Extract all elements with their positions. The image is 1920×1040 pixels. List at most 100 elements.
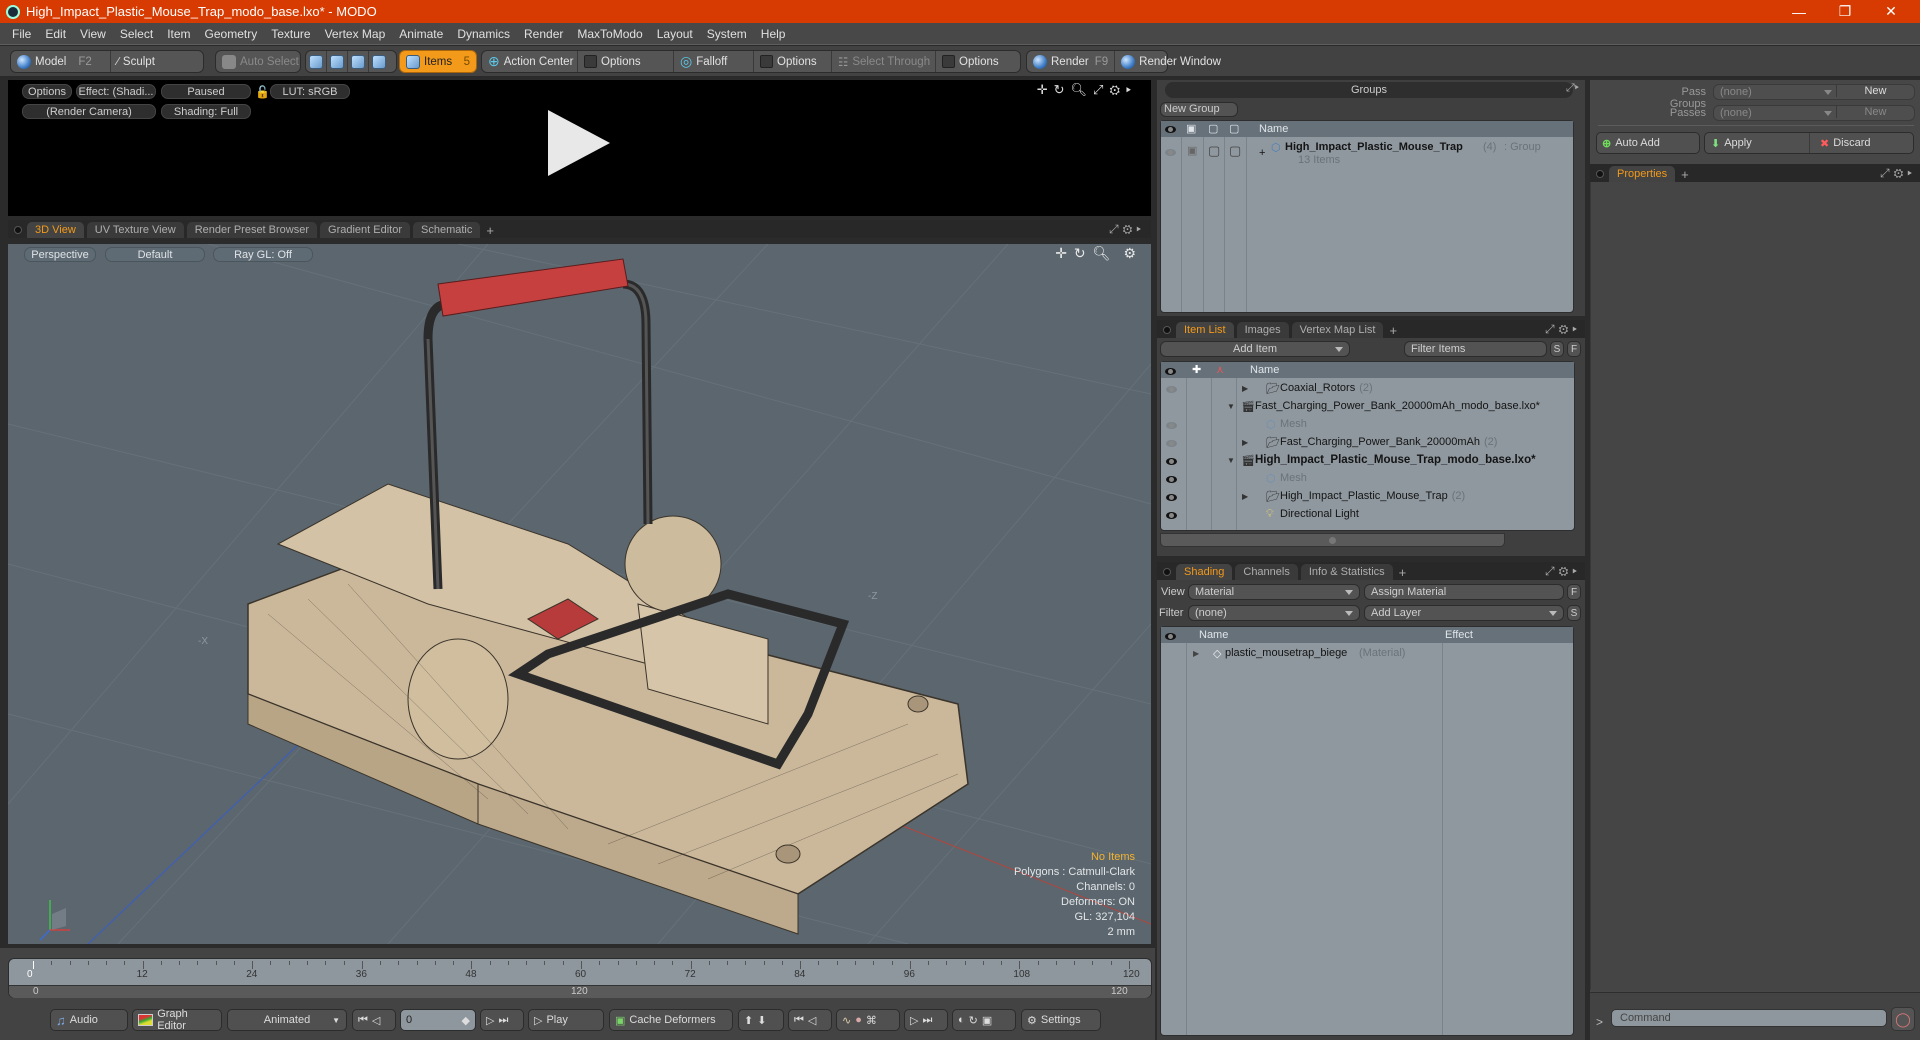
material-row[interactable]: ▶ ◇ plastic_mousetrap_biege (Material) xyxy=(1161,644,1573,662)
tab-uv-texture-view[interactable]: UV Texture View xyxy=(86,222,184,238)
materials-mode-button[interactable] xyxy=(369,51,389,72)
render-camera-dropdown[interactable]: (Render Camera) xyxy=(22,104,156,119)
audio-button[interactable]: ♫ Audio xyxy=(50,1009,128,1031)
filter-dropdown[interactable]: (none) xyxy=(1188,605,1360,621)
minimize-icon[interactable]: — xyxy=(1776,0,1822,23)
record-icon[interactable]: ● xyxy=(855,1014,862,1026)
command-history-button[interactable]: ◯ xyxy=(1891,1007,1915,1031)
expand-right-icon[interactable]: ▸ xyxy=(1907,166,1916,180)
add-item-dropdown[interactable]: Add Item xyxy=(1160,341,1350,357)
view-dropdown[interactable]: Material xyxy=(1188,584,1360,600)
tab-schematic[interactable]: Schematic xyxy=(413,222,481,238)
command-input[interactable]: Command xyxy=(1611,1009,1887,1027)
scroll-handle[interactable] xyxy=(1329,537,1336,544)
auto-key-icon[interactable]: ∿ xyxy=(842,1014,851,1027)
auto-select-button[interactable]: Auto Select xyxy=(216,51,305,72)
play-button[interactable]: ▷ Play xyxy=(528,1009,604,1031)
render-options-button[interactable]: Options xyxy=(22,84,72,99)
settings-button[interactable]: ⚙ Settings xyxy=(1021,1009,1101,1031)
collapse-arrow-icon[interactable]: ▼ xyxy=(1227,402,1235,411)
f-button[interactable]: F xyxy=(1567,341,1581,357)
expand-arrow-icon[interactable]: ▶ xyxy=(1242,384,1248,393)
expand-right-icon[interactable]: ▸ xyxy=(1572,322,1581,336)
expand-arrow-icon[interactable]: ▶ xyxy=(1242,492,1248,501)
visibility-toggle[interactable] xyxy=(1166,474,1177,486)
lock-icon[interactable]: 🔓 xyxy=(255,85,270,99)
falloff-options-button[interactable]: Options xyxy=(754,51,832,72)
visibility-toggle[interactable] xyxy=(1165,147,1176,159)
render-paused-button[interactable]: Paused xyxy=(161,84,251,99)
last-key-icon[interactable]: ⏭︎ xyxy=(922,1014,932,1027)
item-row[interactable]: ⬡ Mesh xyxy=(1161,415,1574,433)
close-icon[interactable]: ✕ xyxy=(1868,0,1914,23)
maximize-icon[interactable]: ⤢ xyxy=(1093,82,1109,97)
next-key-icon[interactable]: ▷ xyxy=(910,1014,918,1027)
gear-icon[interactable]: ⚙ xyxy=(1109,82,1126,97)
item-row[interactable]: ⬡ Mesh xyxy=(1161,469,1574,487)
expand-plus-icon[interactable]: + xyxy=(1259,147,1265,159)
zoom-icon[interactable]: 🔍︎ xyxy=(1093,245,1118,261)
skip-to-end-icon[interactable]: ⏭︎ xyxy=(498,1014,508,1027)
rotate-icon[interactable]: ↻ xyxy=(1074,245,1093,261)
shading-dropdown[interactable]: Shading: Full xyxy=(161,104,251,119)
animated-dropdown[interactable]: Animated ▼ xyxy=(227,1009,347,1031)
key-up-icon[interactable]: ⬆ xyxy=(744,1014,753,1027)
range-bar[interactable]: 0 120 120 xyxy=(9,985,1151,998)
menu-texture[interactable]: Texture xyxy=(264,27,317,41)
menu-maxtomodo[interactable]: MaxToModo xyxy=(570,27,649,41)
horizontal-scrollbar[interactable] xyxy=(1160,533,1505,547)
lock-toggle[interactable]: ▢ xyxy=(1208,143,1220,159)
tab-images[interactable]: Images xyxy=(1236,322,1289,338)
discard-button[interactable]: ✖ Discard xyxy=(1814,133,1913,153)
expand-arrow-icon[interactable]: ▶ xyxy=(1193,649,1199,658)
pass-groups-dropdown[interactable]: (none) New xyxy=(1713,84,1915,100)
menu-edit[interactable]: Edit xyxy=(38,27,73,41)
s-button[interactable]: S xyxy=(1567,605,1581,621)
menu-animate[interactable]: Animate xyxy=(392,27,450,41)
select-through-button[interactable]: ☷ Select Through xyxy=(832,51,936,72)
collapse-arrow-icon[interactable]: ▼ xyxy=(1227,456,1235,465)
visibility-toggle[interactable] xyxy=(1166,492,1177,504)
edges-mode-button[interactable] xyxy=(327,51,348,72)
menu-select[interactable]: Select xyxy=(113,27,160,41)
render-window-button[interactable]: Render Window xyxy=(1115,51,1227,72)
key-filter-icon[interactable]: ◐ xyxy=(958,1014,965,1026)
key-channels-icon[interactable]: ⌘ xyxy=(866,1014,877,1027)
action-center-options-button[interactable]: Options xyxy=(578,51,674,72)
menu-dynamics[interactable]: Dynamics xyxy=(450,27,517,41)
action-center-button[interactable]: ⊕ Action Center xyxy=(482,51,578,72)
render-toggle[interactable]: ▣ xyxy=(1187,144,1197,157)
step-forward-icon[interactable]: ▷ xyxy=(486,1014,494,1027)
items-mode-button[interactable]: Items 5 xyxy=(400,51,476,72)
item-row[interactable]: ▶ 📂︎ Coaxial_Rotors (2) xyxy=(1161,379,1574,397)
raygl-dropdown[interactable]: Ray GL: Off xyxy=(213,247,313,262)
add-tab-icon[interactable]: + xyxy=(1399,565,1407,580)
tab-info-statistics[interactable]: Info & Statistics xyxy=(1300,564,1393,580)
s-button[interactable]: S xyxy=(1550,341,1564,357)
tab-item-list[interactable]: Item List xyxy=(1176,322,1234,338)
tab-render-preset-browser[interactable]: Render Preset Browser xyxy=(186,222,318,238)
expand-right-icon[interactable]: ▸ xyxy=(1572,564,1581,578)
key-select-icon[interactable]: ▣ xyxy=(982,1014,992,1027)
expand-right-icon[interactable]: ▸ xyxy=(1126,82,1137,97)
key-loop-icon[interactable]: ↻ xyxy=(969,1014,978,1027)
add-tab-icon[interactable]: + xyxy=(1681,167,1689,182)
polygons-mode-button[interactable] xyxy=(348,51,369,72)
expand-right-icon[interactable]: ▸ xyxy=(1136,222,1145,236)
render-button[interactable]: Render F9 xyxy=(1027,51,1116,72)
gear-icon[interactable]: ⚙ xyxy=(1894,166,1908,180)
mouse-trap-model[interactable] xyxy=(247,258,969,935)
passes-dropdown[interactable]: (none) New xyxy=(1713,105,1915,121)
tab-properties[interactable]: Properties xyxy=(1609,166,1676,182)
select-through-options-button[interactable]: Options xyxy=(936,51,1005,72)
visibility-toggle[interactable] xyxy=(1166,510,1177,522)
skip-to-start-icon[interactable]: ⏮︎ xyxy=(358,1014,368,1027)
apply-button[interactable]: ⬇ Apply xyxy=(1705,133,1810,153)
menu-help[interactable]: Help xyxy=(754,27,793,41)
model-button[interactable]: Model F2 xyxy=(11,51,111,72)
add-tab-icon[interactable]: + xyxy=(486,223,494,238)
add-tab-icon[interactable]: + xyxy=(1389,323,1397,338)
frame-drag-icon[interactable]: ◆ xyxy=(462,1014,470,1027)
tab-gradient-editor[interactable]: Gradient Editor xyxy=(320,222,410,238)
visibility-toggle[interactable] xyxy=(1166,438,1177,450)
